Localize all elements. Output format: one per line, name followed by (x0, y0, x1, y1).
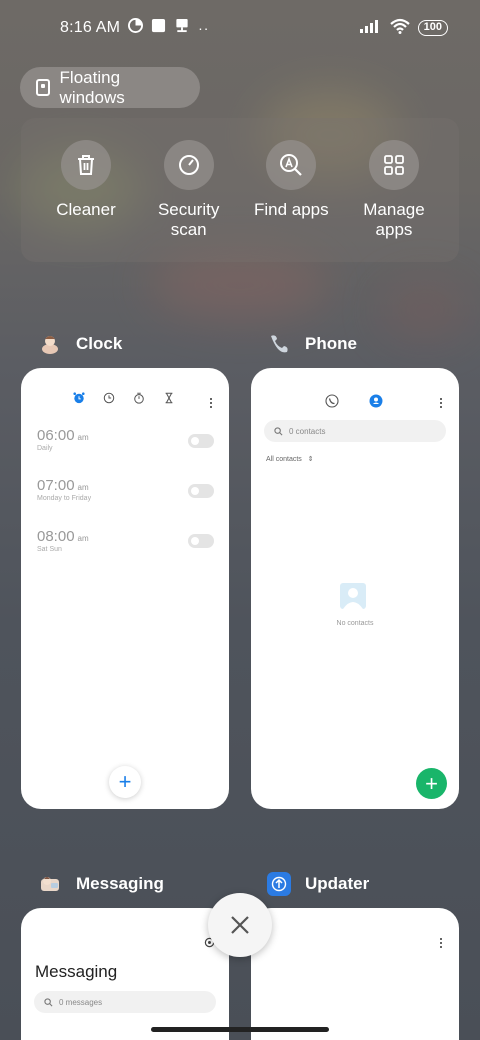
messaging-title: Messaging (35, 962, 118, 981)
battery-indicator: 100 (417, 20, 448, 36)
alarm-item[interactable]: 07:00 am Monday to Friday (37, 477, 91, 502)
messaging-app-icon (38, 872, 62, 896)
clock-more-icon[interactable] (210, 398, 213, 410)
phone-more-icon[interactable] (440, 398, 443, 410)
stopwatch-tab-icon[interactable] (133, 392, 145, 404)
cleaner-button[interactable]: Cleaner (41, 140, 131, 262)
phone-tabs (325, 394, 383, 408)
updater-app-card[interactable] (251, 908, 459, 1040)
manage-apps-label: Manage apps (363, 200, 425, 239)
plus-icon: + (425, 770, 438, 796)
floating-windows-label: Floating windows (59, 67, 125, 107)
notification-status-icon (174, 18, 190, 38)
alarm-ampm: am (77, 534, 89, 543)
messaging-app-header[interactable]: Messaging (38, 872, 164, 896)
quick-actions-panel: Cleaner Security scan Find apps Manage a… (21, 118, 459, 262)
contacts-filter-dropdown[interactable]: All contacts ⇕ (266, 455, 314, 463)
alarm-item[interactable]: 08:00 am Sat Sun (37, 528, 89, 553)
pie-status-icon (128, 18, 144, 38)
alarm-ampm: am (77, 483, 89, 492)
alarm-toggle[interactable] (188, 484, 214, 498)
close-icon (231, 916, 249, 934)
clock-app-header[interactable]: Clock (38, 332, 122, 356)
updater-more-icon[interactable] (440, 938, 443, 950)
phone-app-card[interactable]: 0 contacts All contacts ⇕ No contacts + (251, 368, 459, 809)
more-dots-icon: ·· (198, 20, 210, 36)
updater-app-name: Updater (305, 874, 370, 893)
grid-icon (368, 140, 419, 190)
close-all-button[interactable] (208, 893, 272, 957)
status-bar: 8:16 AM ·· 100 (0, 0, 480, 56)
clock-app-name: Clock (76, 334, 123, 353)
messaging-app-card[interactable]: Messaging 0 messages (21, 908, 229, 1040)
updater-app-icon (267, 872, 291, 896)
contacts-search-placeholder: 0 contacts (289, 426, 326, 436)
home-indicator[interactable] (151, 1027, 329, 1032)
find-apps-button[interactable]: Find apps (246, 140, 336, 262)
cleaner-label: Cleaner (56, 200, 116, 219)
plus-icon: + (118, 769, 132, 794)
find-apps-label: Find apps (253, 200, 329, 219)
empty-contacts-icon (340, 583, 366, 609)
floating-windows-button[interactable]: Floating windows (20, 67, 200, 108)
alarm-time: 07:00 (37, 477, 75, 494)
alarm-item[interactable]: 06:00 am Daily (37, 427, 89, 452)
messages-search-placeholder: 0 messages (59, 997, 103, 1007)
phone-app-header[interactable]: Phone (267, 332, 357, 356)
add-alarm-button[interactable]: + (109, 766, 141, 798)
clock-app-icon (38, 332, 62, 356)
search-icon (274, 426, 283, 435)
floating-window-icon (36, 79, 50, 96)
clock-tabs (73, 392, 175, 404)
alarm-toggle[interactable] (188, 434, 214, 448)
updater-app-header[interactable]: Updater (267, 872, 369, 896)
alarm-toggle[interactable] (188, 534, 214, 548)
alarm-days: Daily (37, 445, 53, 452)
alarm-time: 08:00 (37, 528, 75, 545)
clock-app-card[interactable]: 06:00 am Daily 07:00 am Monday to Friday 0… (21, 368, 229, 809)
signal-icon (359, 19, 382, 38)
trash-icon (61, 140, 111, 190)
timer-tab-icon[interactable] (163, 392, 175, 404)
search-icon (44, 997, 53, 1006)
phone-app-icon (267, 332, 291, 356)
contacts-filter-label: All contacts (266, 456, 302, 463)
call-log-tab-icon[interactable] (325, 394, 339, 408)
alarm-tab-icon[interactable] (73, 392, 85, 404)
speedometer-icon (163, 140, 214, 190)
world-clock-tab-icon[interactable] (103, 392, 115, 404)
security-scan-label: Security scan (157, 200, 220, 239)
chevron-updown-icon: ⇕ (307, 456, 314, 463)
alarm-ampm: am (77, 433, 89, 442)
messaging-app-name: Messaging (76, 874, 164, 893)
messages-search-input[interactable]: 0 messages (34, 991, 216, 1013)
contacts-search-input[interactable]: 0 contacts (264, 420, 446, 442)
alarm-days: Sat Sun (37, 546, 62, 553)
phone-app-name: Phone (305, 334, 357, 353)
alarm-days: Monday to Friday (37, 495, 92, 502)
wifi-icon (389, 18, 410, 39)
status-time: 8:16 AM (60, 19, 121, 36)
square-status-icon (151, 18, 166, 38)
add-contact-button[interactable]: + (416, 768, 447, 799)
security-scan-button[interactable]: Security scan (144, 140, 234, 262)
empty-contacts-text: No contacts (336, 620, 374, 627)
contacts-tab-icon[interactable] (369, 394, 383, 408)
manage-apps-button[interactable]: Manage apps (349, 140, 439, 262)
alarm-time: 06:00 (37, 427, 75, 444)
find-apps-icon (266, 140, 317, 190)
